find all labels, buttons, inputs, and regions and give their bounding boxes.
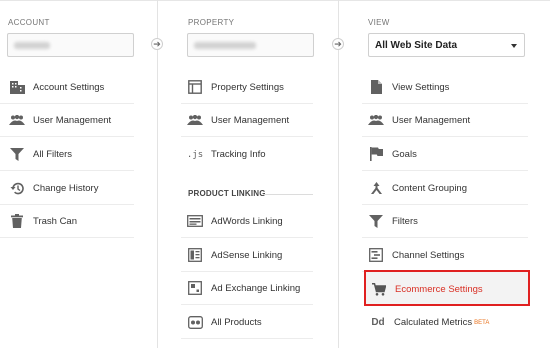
- menu-item-all-filters[interactable]: All Filters: [0, 138, 134, 171]
- menu-item-label: All Filters: [33, 148, 73, 160]
- arrow-right-icon: ➔: [332, 38, 344, 50]
- filter-icon: [9, 146, 25, 162]
- js-icon: .js: [186, 149, 204, 160]
- menu-item-adsense-linking[interactable]: AdSense Linking: [181, 239, 313, 272]
- all-products-icon: [187, 314, 203, 330]
- menu-item-user-management[interactable]: User Management: [0, 104, 134, 137]
- menu-item-user-management[interactable]: User Management: [362, 104, 528, 137]
- menu-item-property-settings[interactable]: Property Settings: [181, 71, 313, 104]
- trash-icon: [9, 213, 25, 229]
- redacted-property-name: [194, 42, 256, 49]
- view-column-title: VIEW: [368, 18, 390, 27]
- column-divider: [157, 0, 158, 348]
- history-icon: [9, 180, 25, 196]
- menu-item-all-products[interactable]: All Products: [181, 306, 313, 339]
- calculated-metrics-text: Calculated Metrics: [394, 317, 473, 328]
- property-column-title: PROPERTY: [188, 18, 235, 27]
- property-selector[interactable]: [187, 33, 314, 57]
- menu-item-label: AdWords Linking: [211, 215, 283, 227]
- menu-item-label: User Management: [33, 114, 112, 126]
- menu-item-content-grouping[interactable]: Content Grouping: [362, 172, 528, 205]
- menu-item-ad-exchange-linking[interactable]: Ad Exchange Linking: [181, 272, 313, 305]
- menu-item-label: Ecommerce Settings: [395, 283, 483, 295]
- beta-badge: BETA: [474, 320, 490, 326]
- menu-item-account-settings[interactable]: Account Settings: [0, 71, 134, 104]
- dd-icon: Dd: [371, 317, 385, 328]
- top-border: [0, 0, 550, 1]
- menu-item-label: Ad Exchange Linking: [211, 282, 301, 294]
- adsense-icon: [187, 247, 203, 263]
- menu-item-channel-settings[interactable]: Channel Settings: [362, 239, 528, 272]
- chevron-down-icon: [511, 44, 517, 48]
- menu-item-label: Filters: [392, 215, 418, 227]
- menu-item-ecommerce-settings[interactable]: Ecommerce Settings: [364, 270, 530, 306]
- redacted-account-name: [14, 42, 50, 49]
- menu-item-label: Calculated Metrics BETA: [394, 317, 489, 328]
- menu-item-label: User Management: [392, 114, 471, 126]
- channel-icon: [368, 247, 384, 263]
- document-icon: [368, 79, 384, 95]
- menu-item-label: Channel Settings: [392, 249, 465, 261]
- cart-icon: [371, 281, 387, 297]
- menu-item-tracking-info[interactable]: .js Tracking Info: [181, 138, 313, 171]
- adexchange-icon: [187, 280, 203, 296]
- menu-item-label: All Products: [211, 316, 262, 328]
- menu-item-adwords-linking[interactable]: AdWords Linking: [181, 205, 313, 238]
- account-selector[interactable]: [7, 33, 134, 57]
- menu-item-change-history[interactable]: Change History: [0, 172, 134, 205]
- menu-item-label: User Management: [211, 114, 290, 126]
- content-grouping-icon: [368, 180, 384, 196]
- menu-item-label: View Settings: [392, 81, 450, 93]
- flag-icon: [368, 146, 384, 162]
- filter-icon: [368, 213, 384, 229]
- product-linking-heading: PRODUCT LINKING: [188, 189, 266, 198]
- building-icon: [9, 79, 25, 95]
- users-icon: [187, 112, 203, 128]
- menu-item-trash-can[interactable]: Trash Can: [0, 205, 134, 238]
- view-selector-dropdown[interactable]: All Web Site Data: [368, 33, 525, 57]
- menu-item-filters[interactable]: Filters: [362, 205, 528, 238]
- menu-item-label: Tracking Info: [211, 149, 266, 160]
- selected-view-name: All Web Site Data: [375, 40, 458, 51]
- menu-item-label: Goals: [392, 148, 417, 160]
- menu-item-label: AdSense Linking: [211, 249, 283, 261]
- column-divider: [338, 0, 339, 348]
- arrow-right-icon: ➔: [151, 38, 163, 50]
- section-divider: [264, 194, 313, 195]
- menu-item-label: Trash Can: [33, 215, 77, 227]
- menu-item-goals[interactable]: Goals: [362, 138, 528, 171]
- users-icon: [368, 112, 384, 128]
- ecommerce-settings-content: Ecommerce Settings: [371, 281, 483, 297]
- property-icon: [187, 79, 203, 95]
- menu-item-label: Change History: [33, 182, 99, 194]
- account-column-title: ACCOUNT: [8, 18, 50, 27]
- menu-item-calculated-metrics[interactable]: Dd Calculated Metrics BETA: [362, 306, 528, 339]
- menu-item-label: Property Settings: [211, 81, 284, 93]
- menu-item-label: Content Grouping: [392, 182, 467, 194]
- menu-item-view-settings[interactable]: View Settings: [362, 71, 528, 104]
- adwords-icon: [187, 213, 203, 229]
- menu-item-user-management[interactable]: User Management: [181, 104, 313, 137]
- users-icon: [9, 112, 25, 128]
- menu-item-label: Account Settings: [33, 81, 105, 93]
